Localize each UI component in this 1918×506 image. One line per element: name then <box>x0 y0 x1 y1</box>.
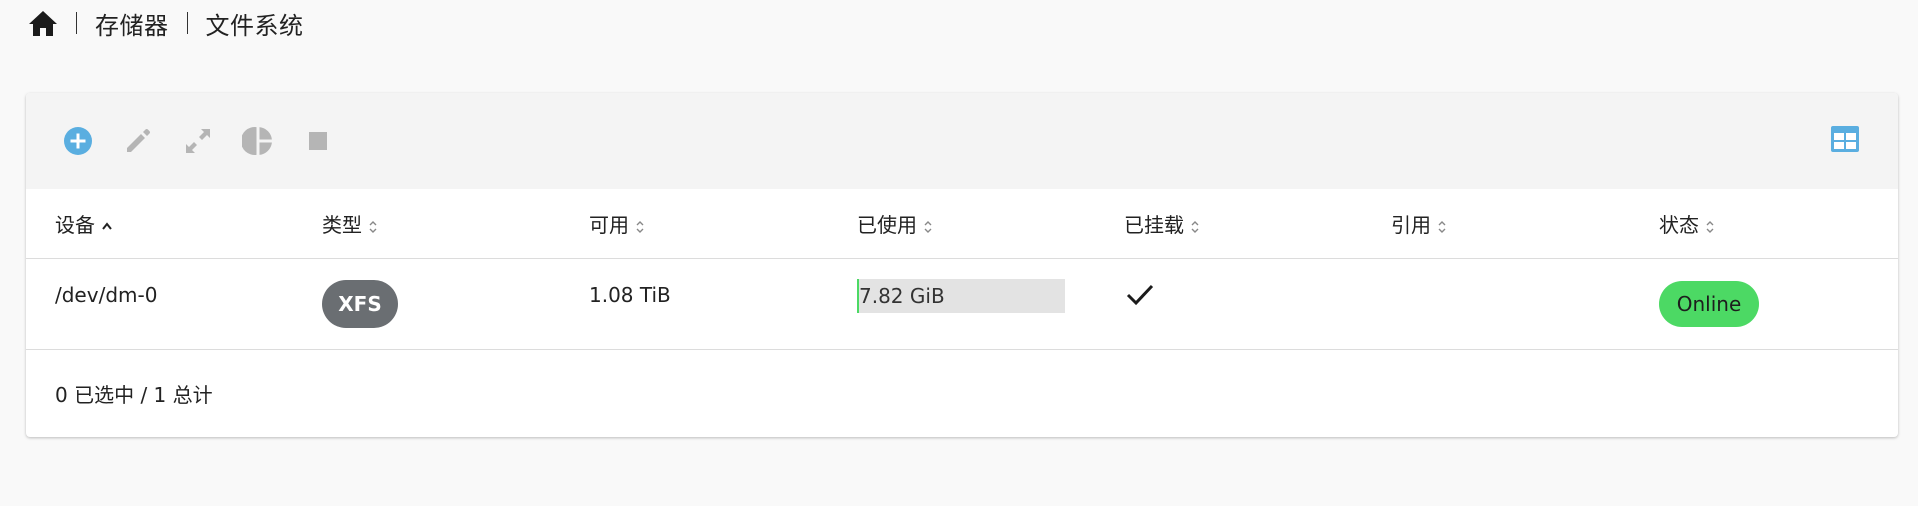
add-icon[interactable] <box>60 123 96 159</box>
column-header-status[interactable]: 状态 <box>1659 189 1715 258</box>
sort-icon <box>1437 216 1447 233</box>
sort-icon <box>1705 216 1715 233</box>
toolbar <box>26 93 1898 189</box>
status-badge: Online <box>1659 281 1759 327</box>
column-header-available[interactable]: 可用 <box>589 189 645 258</box>
column-header-references[interactable]: 引用 <box>1391 189 1447 258</box>
home-icon[interactable] <box>28 8 58 38</box>
used-cell: 7.82 GiB <box>857 259 1065 349</box>
selection-summary: 0 已选中 / 1 总计 <box>55 382 213 407</box>
sort-icon <box>923 216 933 233</box>
column-header-device[interactable]: 设备 <box>55 189 112 258</box>
edit-icon[interactable] <box>120 123 156 159</box>
breadcrumb-separator <box>76 12 77 34</box>
checkmark-icon <box>1124 281 1156 314</box>
type-cell: XFS <box>322 259 398 349</box>
column-label: 已使用 <box>857 213 917 237</box>
breadcrumb: 存储器 文件系统 <box>28 6 304 40</box>
column-header-mounted[interactable]: 已挂载 <box>1124 189 1200 258</box>
breadcrumb-separator <box>186 12 188 34</box>
breadcrumb-item-filesystems[interactable]: 文件系统 <box>206 6 304 41</box>
status-cell: Online <box>1659 259 1759 349</box>
filesystem-type-badge: XFS <box>322 280 398 328</box>
table-header: 设备 类型 可用 已使用 已挂载 引用 状态 <box>26 189 1898 259</box>
sort-ascending-icon <box>101 216 112 232</box>
mounted-cell <box>1124 259 1156 349</box>
sort-icon <box>368 216 378 233</box>
column-header-used[interactable]: 已使用 <box>857 189 933 258</box>
expand-icon[interactable] <box>180 123 216 159</box>
used-value: 7.82 GiB <box>859 284 945 308</box>
column-label: 可用 <box>589 213 629 237</box>
table-row[interactable]: /dev/dm-0 XFS 1.08 TiB 7.82 GiB Online <box>26 259 1898 350</box>
column-header-type[interactable]: 类型 <box>322 189 378 258</box>
usage-bar: 7.82 GiB <box>857 279 1065 313</box>
column-label: 状态 <box>1659 213 1699 237</box>
column-label: 引用 <box>1391 213 1431 237</box>
stop-icon[interactable] <box>300 123 336 159</box>
sort-icon <box>1190 216 1200 233</box>
column-label: 已挂载 <box>1124 213 1184 237</box>
table-view-icon[interactable] <box>1830 125 1862 157</box>
column-label: 设备 <box>55 213 95 237</box>
pie-chart-icon[interactable] <box>240 123 276 159</box>
column-label: 类型 <box>322 213 362 237</box>
breadcrumb-item-storage[interactable]: 存储器 <box>95 6 169 41</box>
device-cell: /dev/dm-0 <box>55 283 158 307</box>
sort-icon <box>635 216 645 233</box>
available-cell: 1.08 TiB <box>589 283 671 307</box>
filesystem-table-card: 设备 类型 可用 已使用 已挂载 引用 状态 /dev/dm-0 XFS 1.0… <box>26 93 1898 437</box>
